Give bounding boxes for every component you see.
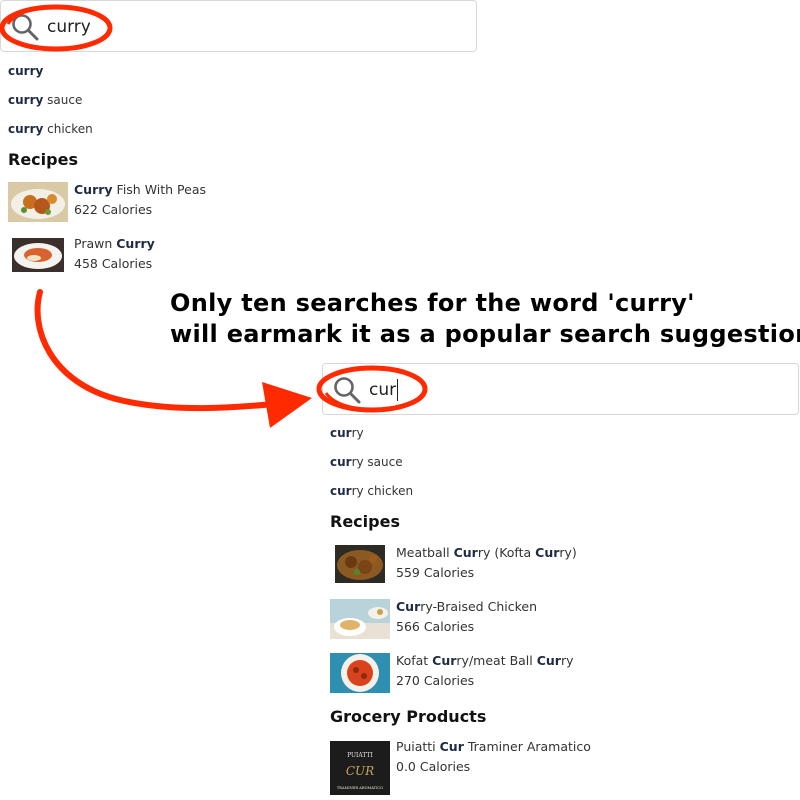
recipe-result[interactable]: Curry Fish With Peas 622 Calories (8, 182, 468, 230)
recipe-name[interactable]: Curry-Braised Chicken (396, 599, 537, 614)
suggestion-item[interactable]: curry sauce (8, 91, 82, 109)
search-icon (12, 14, 39, 41)
recipe-calories: 566 Calories (396, 619, 475, 634)
recipe-thumbnail (8, 182, 68, 222)
search-icon (334, 377, 361, 404)
recipe-name[interactable]: Meatball Curry (Kofta Curry) (396, 545, 577, 560)
recipe-calories: 270 Calories (396, 673, 475, 688)
recipes-heading: Recipes (8, 150, 78, 169)
recipe-name[interactable]: Kofat Curry/meat Ball Curry (396, 653, 574, 668)
suggestion-item[interactable]: curry sauce (330, 453, 403, 471)
product-calories: 0.0 Calories (396, 759, 471, 774)
recipe-result[interactable]: Meatball Curry (Kofta Curry) 559 Calorie… (330, 545, 790, 593)
recipe-calories: 458 Calories (74, 256, 153, 271)
suggestion-item[interactable]: curry (330, 424, 364, 442)
svg-text:CUR: CUR (346, 764, 374, 778)
recipe-name[interactable]: Curry Fish With Peas (74, 182, 206, 197)
search-input[interactable]: cur (369, 379, 399, 401)
recipe-name[interactable]: Prawn Curry (74, 236, 155, 251)
search-box[interactable]: cur (322, 363, 799, 415)
recipe-thumbnail (330, 599, 390, 639)
search-input[interactable]: curry (47, 16, 91, 38)
recipe-calories: 622 Calories (74, 202, 153, 217)
grocery-heading: Grocery Products (330, 707, 487, 726)
recipe-result[interactable]: Curry-Braised Chicken 566 Calories (330, 599, 790, 647)
search-panel-after: cur curry curry sauce curry chicken Reci… (316, 363, 799, 795)
svg-text:PUIATTI: PUIATTI (347, 752, 373, 759)
annotation-text: Only ten searches for the word 'curry' w… (170, 288, 800, 350)
recipe-result[interactable]: Prawn Curry 458 Calories (8, 236, 468, 284)
product-name[interactable]: Puiatti Cur Traminer Aramatico (396, 739, 591, 754)
grocery-result[interactable]: PUIATTI CUR TRAMINER AROMATICO Puiatti C… (330, 739, 790, 797)
suggestion-item[interactable]: curry chicken (330, 482, 413, 500)
recipe-thumbnail (335, 545, 385, 583)
recipe-result[interactable]: Kofat Curry/meat Ball Curry 270 Calories (330, 653, 790, 701)
product-thumbnail: PUIATTI CUR TRAMINER AROMATICO (330, 741, 390, 795)
suggestion-item[interactable]: curry chicken (8, 120, 93, 138)
recipe-thumbnail (12, 238, 64, 272)
search-box[interactable]: curry (0, 0, 477, 52)
annotation-line-1: Only ten searches for the word 'curry' (170, 289, 695, 317)
recipes-heading: Recipes (330, 512, 400, 531)
svg-text:TRAMINER AROMATICO: TRAMINER AROMATICO (337, 786, 383, 790)
suggestion-item[interactable]: curry (8, 62, 43, 80)
recipe-calories: 559 Calories (396, 565, 475, 580)
annotation-line-2: will earmark it as a popular search sugg… (170, 320, 800, 348)
recipe-thumbnail (330, 653, 390, 693)
text-caret (397, 379, 399, 401)
search-panel-before: curry curry curry sauce curry chicken Re… (0, 0, 477, 272)
